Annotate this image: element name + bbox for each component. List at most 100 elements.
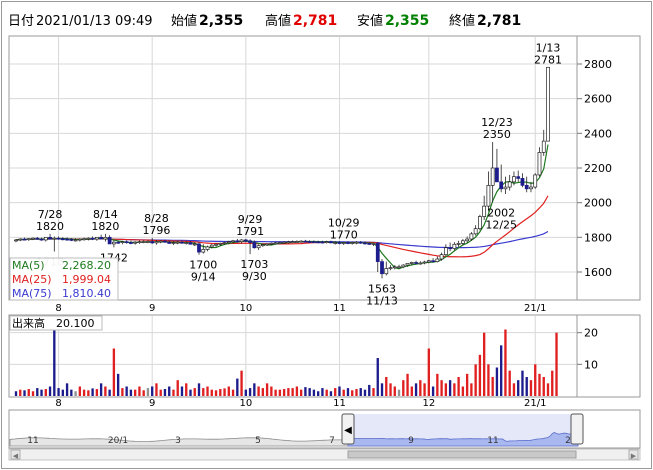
candle-body (388, 267, 393, 270)
volume-bar (99, 383, 103, 396)
volume-bar (82, 389, 86, 396)
volume-bar (176, 380, 179, 396)
volume-bar (270, 386, 273, 396)
scroll-right-icon: ▶ (631, 452, 637, 460)
navigator[interactable]: 11 20/1 3 5 7 9 11 2 ◀ (8, 409, 641, 449)
volume-bar (23, 390, 26, 396)
volume-bar (474, 364, 477, 396)
volume-bar (185, 383, 188, 396)
volume-bar (317, 391, 320, 396)
candle-body (56, 237, 61, 240)
candle-body (150, 241, 155, 244)
volume-bar (397, 389, 401, 396)
candle-body (243, 239, 248, 242)
low-label: 安値 (357, 13, 383, 29)
candle-body (486, 184, 491, 207)
volume-bar (521, 370, 524, 396)
candle-body (99, 236, 104, 240)
volume-bar (44, 389, 47, 396)
volume-bar (359, 388, 362, 396)
candle-body (541, 140, 546, 153)
candle-body (39, 238, 44, 241)
volume-bar (406, 373, 409, 396)
candle-body (426, 260, 431, 263)
volume-x-tick-label: 9 (149, 398, 155, 409)
volume-bar (193, 388, 196, 396)
volume-bar (346, 388, 350, 396)
candle-body (141, 241, 146, 243)
volume-tick-label: 20 (584, 327, 598, 340)
price-tick-label: 2000 (584, 197, 612, 210)
price-annotation: 8/28 1796 (142, 212, 170, 237)
volume-bar (508, 370, 511, 396)
volume-bar (465, 373, 469, 396)
navigator-label: 20/1 (108, 436, 128, 446)
volume-bar (133, 389, 137, 396)
scrollbar-thumb[interactable] (347, 450, 577, 459)
candle-body (307, 241, 312, 243)
candle-body (239, 239, 244, 243)
candle-body (478, 216, 482, 230)
price-tick-label: 1800 (584, 231, 612, 244)
scroll-left-icon: ◀ (13, 452, 19, 460)
candle-body (282, 241, 287, 244)
candle-body (443, 247, 448, 256)
volume-bar (538, 373, 541, 396)
price-annotation: 12/23 2350 (481, 116, 513, 141)
candle-body (180, 241, 184, 244)
navigator-right-handle[interactable] (570, 413, 584, 445)
volume-bar (308, 388, 311, 396)
candle-body (452, 243, 457, 249)
volume-bar (448, 380, 452, 396)
volume-bar (299, 389, 303, 396)
volume-bar (329, 391, 333, 396)
candle-body (256, 245, 261, 249)
volume-bar (168, 386, 171, 396)
candle-body (469, 233, 474, 240)
volume-bar (219, 389, 222, 396)
price-x-tick-label: 21/1 (524, 303, 546, 314)
candle-body (346, 242, 350, 244)
volume-bar (529, 380, 533, 396)
volume-tick-label: 10 (584, 358, 598, 371)
navigator-label: 11 (27, 436, 38, 446)
volume-value: 20.100 (56, 317, 95, 330)
volume-x-tick-label: 8 (55, 398, 61, 409)
price-x-tick-label: 11 (333, 303, 346, 314)
legend-ma75-value: 1,810.40 (62, 287, 111, 300)
candle-body (171, 242, 176, 244)
candle-body (409, 262, 414, 264)
candle-body (418, 262, 423, 265)
candle-body (277, 242, 282, 244)
candle-body (60, 238, 65, 241)
volume-bar (312, 389, 316, 396)
legend-ma25-label: MA(25) (12, 273, 52, 286)
volume-bar (470, 383, 473, 396)
volume-bar (197, 383, 201, 396)
volume-bar (172, 389, 175, 396)
price-annotation: 1703 9/30 (240, 258, 268, 283)
volume-bar (363, 389, 367, 396)
volume-bar (389, 383, 392, 396)
scrollbar[interactable]: ◀ ▶ (8, 448, 641, 461)
volume-bar (423, 383, 426, 396)
volume-bar (478, 354, 482, 396)
candle-body (546, 66, 550, 142)
volume-bar (151, 386, 154, 396)
candle-body (273, 242, 278, 245)
volume-bar (321, 388, 324, 396)
candle-body (116, 241, 121, 244)
candle-body (133, 241, 138, 244)
candle-body (384, 268, 389, 275)
candle-body (77, 238, 82, 241)
navigator-left-handle[interactable]: ◀ (341, 413, 355, 445)
volume-bar (436, 373, 439, 396)
candle-body (524, 184, 529, 190)
volume-bar (53, 329, 56, 396)
volume-bar (248, 388, 252, 396)
candle-body (392, 266, 397, 269)
volume-x-tick-label: 11 (333, 398, 346, 409)
candle-body (337, 242, 342, 244)
candle-body (43, 236, 48, 241)
volume-bar (155, 383, 158, 396)
